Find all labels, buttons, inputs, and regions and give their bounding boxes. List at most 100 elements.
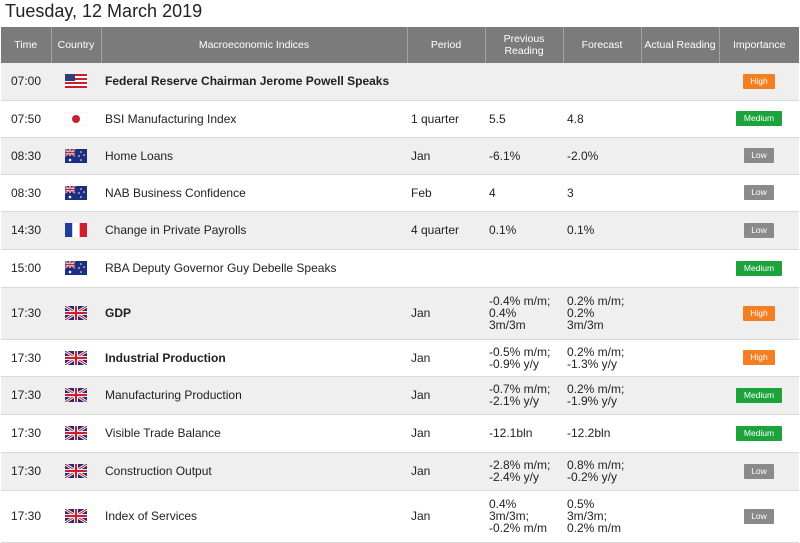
actual-reading-cell (641, 211, 719, 250)
previous-reading-cell: -0.5% m/m; -0.9% y/y (485, 339, 563, 377)
event-name-cell[interactable]: BSI Manufacturing Index (101, 100, 407, 138)
forecast-cell: 0.5% 3m/3m; 0.2% m/m (563, 490, 641, 543)
actual-reading-cell (641, 174, 719, 212)
period-cell: Jan (407, 287, 485, 340)
period-cell: Jan (407, 414, 485, 453)
importance-cell: High (719, 287, 799, 340)
forecast-cell: 0.1% (563, 211, 641, 250)
table-row[interactable]: 17:30 Visible Trade Balance Jan -12.1bln -12… (1, 414, 799, 453)
period-cell (407, 249, 485, 288)
country-cell (51, 376, 101, 415)
forecast-cell-line: -2.0% (567, 148, 599, 163)
previous-reading-cell-line: 3m/3m (489, 318, 526, 332)
previous-reading-cell (485, 249, 563, 288)
event-name-cell[interactable]: RBA Deputy Governor Guy Debelle Speaks (101, 249, 407, 288)
importance-cell: Low (719, 211, 799, 250)
previous-reading-cell: -12.1bln (485, 414, 563, 453)
col-country-header[interactable]: Country (51, 27, 102, 63)
australia-flag-icon (64, 260, 87, 275)
actual-reading-cell (641, 414, 719, 453)
country-cell (51, 339, 101, 377)
period-cell: Jan (407, 339, 485, 377)
table-row[interactable]: 17:30 Index of Services Jan 0.4% 3m/3m; -0.2%… (1, 490, 799, 543)
previous-reading-cell-line: -2.4% y/y (489, 470, 540, 484)
country-cell (51, 452, 101, 491)
table-row[interactable]: 14:30 Change in Private Payrolls 4 quarter… (1, 211, 799, 250)
table-row[interactable]: 15:00 RBA Deputy Governor Guy Debelle Spe… (1, 249, 799, 288)
country-cell (51, 174, 101, 212)
forecast-cell (563, 249, 641, 288)
importance-cell: High (719, 339, 799, 377)
col-previous-header[interactable]: Previous Reading (485, 27, 564, 63)
table-row[interactable]: 08:30 NAB Business Confidence Feb 4 3 Low (1, 174, 799, 212)
previous-reading-cell: 0.1% (485, 211, 563, 250)
forecast-cell-line: -1.3% y/y (567, 356, 618, 371)
col-actual-header[interactable]: Actual Reading (641, 27, 720, 63)
importance-badge: Medium (736, 260, 782, 276)
importance-badge: High (743, 350, 775, 365)
actual-reading-cell (641, 287, 719, 340)
event-name-cell[interactable]: Index of Services (101, 490, 407, 543)
forecast-cell (563, 63, 641, 101)
col-forecast-header[interactable]: Forecast (563, 27, 642, 63)
france-flag-icon (65, 223, 87, 237)
col-indices-header[interactable]: Macroeconomic Indices (101, 27, 408, 63)
previous-reading-cell: 0.4% 3m/3m; -0.2% m/m (485, 490, 563, 543)
forecast-cell-line: 0.2% m/m; (567, 344, 625, 359)
previous-reading-cell-line: -0.9% y/y (489, 356, 540, 371)
table-row[interactable]: 07:00 Federal Reserve Chairman Jerome Pow… (1, 63, 799, 101)
importance-badge: Medium (736, 387, 782, 403)
actual-reading-cell (641, 339, 719, 377)
event-name-cell[interactable]: GDP (101, 287, 407, 340)
event-name-cell[interactable]: Visible Trade Balance (101, 414, 407, 453)
col-time-header[interactable]: Time (1, 27, 52, 63)
previous-reading-cell-line: -2.1% y/y (489, 394, 540, 408)
previous-reading-cell: 5.5 (485, 100, 563, 138)
event-name-cell[interactable]: Change in Private Payrolls (101, 211, 407, 250)
forecast-cell: 0.2% m/m; -1.3% y/y (563, 339, 641, 377)
previous-reading-cell: -2.8% m/m; -2.4% y/y (485, 452, 563, 491)
table-row[interactable]: 17:30 Construction Output Jan -2.8% m/m; -2.… (1, 452, 799, 491)
country-cell (51, 249, 101, 288)
table-header-row: Time Country Macroeconomic Indices Perio… (1, 27, 799, 63)
actual-reading-cell (641, 376, 719, 415)
economic-calendar-table: Time Country Macroeconomic Indices Perio… (1, 27, 799, 543)
event-name-cell[interactable]: Home Loans (101, 137, 407, 175)
actual-reading-cell (641, 63, 719, 101)
forecast-cell-line: 0.2% m/m (567, 521, 622, 535)
period-cell: Jan (407, 490, 485, 543)
previous-reading-cell-line: -12.1bln (489, 426, 533, 440)
forecast-cell-line: 3 (567, 185, 574, 200)
actual-reading-cell (641, 137, 719, 175)
importance-badge: High (743, 73, 775, 89)
period-cell: Jan (407, 376, 485, 415)
period-cell: Jan (407, 137, 485, 175)
table-row[interactable]: 17:30 Manufacturing Production Jan -0.7% m/… (1, 376, 799, 415)
time-cell: 17:30 (1, 287, 51, 340)
importance-cell: Medium (719, 249, 799, 288)
importance-badge: Low (744, 463, 774, 479)
importance-cell: Low (719, 452, 799, 491)
time-cell: 17:30 (1, 376, 51, 415)
event-name-cell[interactable]: Manufacturing Production (101, 376, 407, 415)
uk-flag-icon (64, 424, 88, 442)
event-name-cell[interactable]: Construction Output (101, 452, 407, 491)
time-cell: 14:30 (1, 211, 51, 250)
australia-flag-icon (64, 184, 87, 200)
col-importance-header[interactable]: Importance (719, 27, 799, 63)
period-cell: 1 quarter (407, 100, 485, 138)
table-row[interactable]: 08:30 Home Loans Jan -6.1% -2.0% Low (1, 137, 799, 175)
time-cell: 15:00 (1, 249, 51, 288)
uk-flag-icon (64, 386, 88, 404)
period-cell (407, 63, 485, 101)
table-row[interactable]: 07:50 BSI Manufacturing Index 1 quarter 5.5… (1, 100, 799, 138)
importance-badge: Low (744, 148, 774, 163)
table-row[interactable]: 17:30 GDP Jan -0.4% m/m; 0.4% 3m/3m 0.2% m/m; 0… (1, 287, 799, 340)
table-row[interactable]: 17:30 Industrial Production Jan -0.5% m/m; -… (1, 339, 799, 377)
event-name-cell[interactable]: Federal Reserve Chairman Jerome Powell S… (101, 63, 407, 101)
uk-flag-icon (64, 507, 88, 525)
previous-reading-cell-line: 4 (489, 185, 496, 200)
event-name-cell[interactable]: Industrial Production (101, 339, 407, 377)
event-name-cell[interactable]: NAB Business Confidence (101, 174, 407, 212)
col-period-header[interactable]: Period (407, 27, 486, 63)
